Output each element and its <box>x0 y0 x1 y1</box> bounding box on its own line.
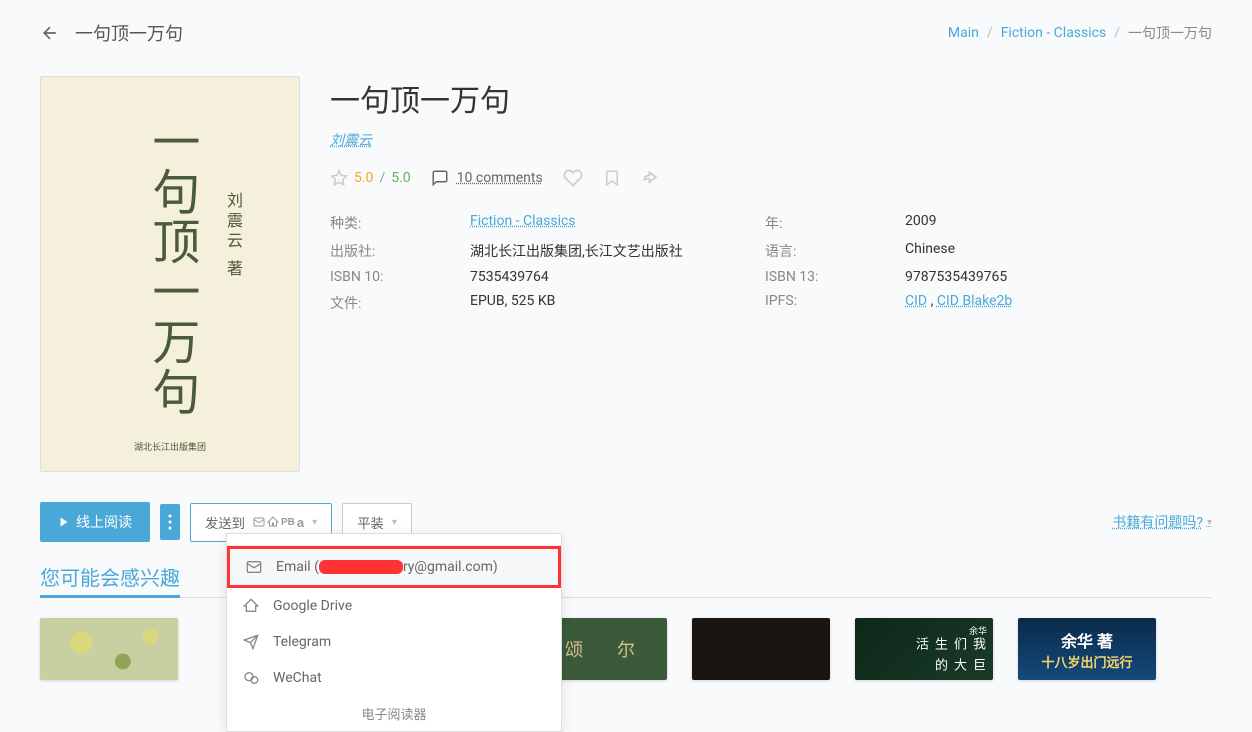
more-button[interactable] <box>160 504 180 540</box>
wechat-label: WeChat <box>273 670 322 686</box>
prop-label: 年: <box>765 213 885 233</box>
recommendations-divider <box>40 597 1212 598</box>
telegram-icon <box>243 634 259 650</box>
author-link[interactable]: 刘震云 <box>330 130 372 150</box>
breadcrumb-main[interactable]: Main <box>948 25 979 41</box>
mail-icon <box>246 559 262 575</box>
share-icon[interactable] <box>641 168 661 188</box>
header-left: 一句顶一万句 <box>40 20 183 46</box>
dropdown-item-email[interactable]: Email (ry@gmail.com) <box>230 549 558 585</box>
chevron-down-icon: ▾ <box>312 517 317 528</box>
chevron-down-icon: ▾ <box>392 517 397 528</box>
prop-label: 种类: <box>330 213 450 233</box>
year-value: 2009 <box>905 213 1180 233</box>
book-cover[interactable]: 一句顶一万句 刘震云 著 湖北长江出版集团 <box>40 76 300 472</box>
rating-global: 5.0 <box>391 170 410 186</box>
send-to-mini-icons: PB a <box>253 515 304 530</box>
recommendation-card[interactable]: 余华 我们生活 巨大的 <box>855 618 993 680</box>
wechat-icon <box>243 670 259 686</box>
breadcrumb-sep: / <box>1114 25 1120 41</box>
rating[interactable]: 5.0 / 5.0 <box>330 169 411 187</box>
cover-author: 刘震云 著 <box>221 192 245 280</box>
properties-grid: 种类: Fiction - Classics 年: 2009 出版社: 湖北长江… <box>330 213 1180 313</box>
meta-row: 5.0 / 5.0 10 comments <box>330 168 1212 188</box>
dropdown-item-gdrive[interactable]: Google Drive <box>227 588 561 624</box>
telegram-label: Telegram <box>273 634 331 650</box>
email-text: Email (ry@gmail.com) <box>276 559 498 575</box>
ipfs-sep: , <box>931 293 934 309</box>
details: 一句顶一万句 刘震云 5.0 / 5.0 10 comments <box>330 76 1212 472</box>
category-link[interactable]: Fiction - Classics <box>470 213 745 233</box>
binding-label: 平装 <box>357 513 384 532</box>
prop-label: IPFS: <box>765 293 885 313</box>
cover-publisher: 湖北长江出版集团 <box>41 440 299 453</box>
ipfs-value: CID , CID Blake2b <box>905 293 1180 313</box>
report-label: 书籍有问题吗? <box>1112 512 1203 532</box>
prop-label: 文件: <box>330 293 450 313</box>
prop-label: 语言: <box>765 241 885 261</box>
dropdown-item-wechat[interactable]: WeChat <box>227 660 561 696</box>
rating-user: 5.0 <box>354 170 373 186</box>
dropdown-top-strip <box>227 534 561 546</box>
comments-link[interactable]: 10 comments <box>457 170 543 186</box>
file-value: EPUB, 525 KB <box>470 293 745 313</box>
email-highlight-box: Email (ry@gmail.com) <box>227 546 561 588</box>
book-title: 一句顶一万句 <box>330 76 1212 120</box>
ipfs-blake-link[interactable]: CID Blake2b <box>937 293 1012 309</box>
breadcrumb-current: 一句顶一万句 <box>1128 23 1212 43</box>
send-to-dropdown: Email (ry@gmail.com) Google Drive Telegr… <box>226 533 562 732</box>
rating-sep: / <box>379 170 385 186</box>
report-link[interactable]: 书籍有问题吗? ▾ <box>1112 512 1212 532</box>
prop-label: ISBN 13: <box>765 269 885 285</box>
publisher-value: 湖北长江出版集团,长江文艺出版社 <box>470 241 745 261</box>
breadcrumb: Main / Fiction - Classics / 一句顶一万句 <box>948 23 1212 43</box>
recommendations: 您可能会感兴趣 颂 尔 余华 我们生活 巨大的 余华 著 十八岁出门远行 <box>40 562 1212 680</box>
read-online-label: 线上阅读 <box>76 512 132 532</box>
dropdown-item-telegram[interactable]: Telegram <box>227 624 561 660</box>
prop-label: 出版社: <box>330 241 450 261</box>
back-arrow-icon[interactable] <box>40 23 60 43</box>
recommendation-card[interactable] <box>692 618 830 680</box>
cover-vertical-title: 一句顶一万句 <box>146 117 196 417</box>
page-title: 一句顶一万句 <box>75 20 183 46</box>
send-to-label: 发送到 <box>205 513 245 532</box>
breadcrumb-category[interactable]: Fiction - Classics <box>1001 25 1107 41</box>
breadcrumb-sep: / <box>987 25 993 41</box>
recommendations-row: 颂 尔 余华 我们生活 巨大的 余华 著 十八岁出门远行 <box>40 618 1212 680</box>
isbn13-value: 9787535439765 <box>905 269 1180 285</box>
chevron-down-icon: ▾ <box>1207 517 1212 528</box>
gdrive-label: Google Drive <box>273 598 352 614</box>
actions-row: 线上阅读 发送到 PB a ▾ 平装 ▾ 书籍有问题吗? ▾ <box>40 502 1212 542</box>
heart-icon[interactable] <box>563 168 583 188</box>
star-icon <box>330 169 348 187</box>
comments[interactable]: 10 comments <box>431 169 543 187</box>
isbn10-value: 7535439764 <box>470 269 745 285</box>
recommendation-card[interactable] <box>40 618 178 680</box>
language-value: Chinese <box>905 241 1180 261</box>
bookmark-icon[interactable] <box>603 169 621 187</box>
comment-icon <box>431 169 449 187</box>
redacted-email <box>319 560 403 574</box>
content: 一句顶一万句 刘震云 著 湖北长江出版集团 一句顶一万句 刘震云 5.0 / 5… <box>40 76 1212 472</box>
gdrive-icon <box>243 598 259 614</box>
header: 一句顶一万句 Main / Fiction - Classics / 一句顶一万… <box>40 20 1212 46</box>
ipfs-cid-link[interactable]: CID <box>905 293 927 309</box>
prop-label: ISBN 10: <box>330 269 450 285</box>
read-online-button[interactable]: 线上阅读 <box>40 502 150 542</box>
play-icon <box>58 516 70 528</box>
recommendations-title: 您可能会感兴趣 <box>40 562 180 598</box>
recommendation-card[interactable]: 余华 著 十八岁出门远行 <box>1018 618 1156 680</box>
